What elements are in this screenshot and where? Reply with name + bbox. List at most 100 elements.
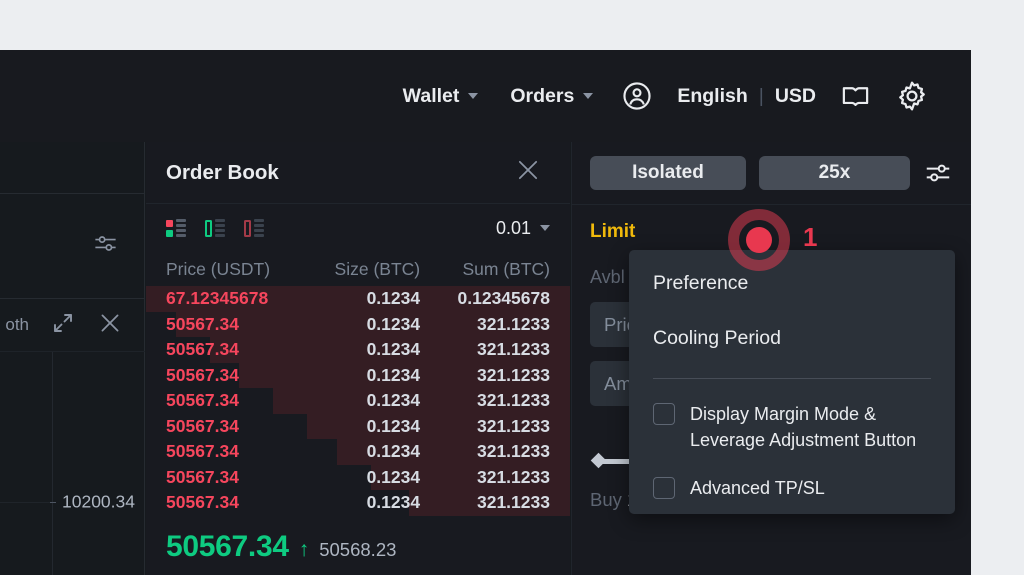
checkbox-box[interactable]	[653, 403, 675, 425]
checkbox-advanced-tpsl[interactable]: Advanced TP/SL	[653, 475, 931, 501]
chevron-down-icon	[540, 225, 550, 231]
table-row[interactable]: 50567.340.1234321.1233	[146, 363, 570, 389]
nav-wallet-label: Wallet	[403, 85, 460, 108]
cell-size: 0.1234	[307, 390, 420, 411]
tick-size-selector[interactable]: 0.01	[496, 218, 550, 239]
checkbox-label: Advanced TP/SL	[690, 475, 825, 501]
page-title: Order Book	[166, 161, 279, 185]
orderbook-sell-icon[interactable]	[244, 219, 264, 237]
cell-size: 0.1234	[307, 365, 420, 386]
orderbook-view-toggles	[166, 219, 264, 237]
chevron-down-icon	[468, 93, 478, 99]
cell-size: 0.1234	[307, 314, 420, 335]
cell-sum: 0.12345678	[420, 288, 550, 309]
margin-mode-button[interactable]: Isolated	[590, 156, 746, 190]
last-price: 50567.34	[166, 530, 289, 564]
table-row[interactable]: 50567.340.1234321.1233	[146, 414, 570, 440]
orderbook-buy-icon[interactable]	[205, 219, 225, 237]
table-row[interactable]: 67.123456780.12340.12345678	[146, 286, 570, 312]
nav-orders-label: Orders	[510, 85, 574, 108]
left-chart-column: oth 10200.34	[0, 142, 145, 575]
last-price-row: 50567.34 ↑ 50568.23	[146, 516, 570, 564]
cell-price: 50567.34	[166, 467, 307, 488]
book-icon[interactable]	[828, 81, 883, 112]
checkbox-label: Display Margin Mode & Leverage Adjustmen…	[690, 401, 931, 453]
app-header: Wallet Orders English | USD	[0, 50, 971, 142]
orderbook-both-icon[interactable]	[166, 219, 186, 237]
chart-axis-line	[52, 352, 53, 575]
table-row[interactable]: 50567.340.1234321.1233	[146, 439, 570, 465]
table-row[interactable]: 50567.340.1234321.1233	[146, 490, 570, 516]
index-price: 50568.23	[319, 539, 396, 561]
expand-icon[interactable]	[51, 311, 75, 340]
cell-price: 50567.34	[166, 339, 307, 360]
slider-step-0[interactable]	[591, 453, 607, 469]
language-label: English	[677, 85, 747, 108]
sliders-icon[interactable]	[923, 158, 953, 188]
left-panel-toolbar: oth	[0, 299, 145, 352]
menu-item-preference[interactable]: Preference	[653, 272, 931, 295]
cell-sum: 321.1233	[420, 390, 550, 411]
checkbox-box[interactable]	[653, 477, 675, 499]
left-panel-row-1	[0, 142, 145, 194]
close-icon[interactable]	[514, 156, 542, 189]
gear-icon[interactable]	[883, 79, 941, 113]
cell-size: 0.1234	[307, 441, 420, 462]
table-row[interactable]: 50567.340.1234321.1233	[146, 388, 570, 414]
cell-price: 50567.34	[166, 390, 307, 411]
axis-tick	[50, 502, 56, 503]
user-circle-icon[interactable]	[609, 80, 665, 112]
screenshot-root: Wallet Orders English | USD	[0, 0, 1024, 575]
left-panel-row-2	[0, 194, 145, 299]
cell-price: 50567.34	[166, 441, 307, 462]
order-type-tabs: Limit	[590, 221, 953, 243]
checkbox-display-margin-mode[interactable]: Display Margin Mode & Leverage Adjustmen…	[653, 401, 931, 453]
cell-price: 67.12345678	[166, 288, 307, 309]
currency-label: USD	[775, 85, 816, 108]
column-header-size: Size (BTC)	[307, 259, 420, 280]
table-row[interactable]: 50567.340.1234321.1233	[146, 312, 570, 338]
column-header-sum: Sum (BTC)	[420, 259, 550, 280]
cell-price: 50567.34	[166, 365, 307, 386]
order-book-toolbar: 0.01	[146, 204, 570, 252]
cell-sum: 321.1233	[420, 339, 550, 360]
cell-size: 0.1234	[307, 492, 420, 513]
buy-label: Buy	[590, 489, 622, 510]
menu-item-cooling-period[interactable]: Cooling Period	[653, 327, 931, 350]
sliders-icon[interactable]	[92, 230, 119, 262]
cell-price: 50567.34	[166, 416, 307, 437]
nav-wallet[interactable]: Wallet	[387, 85, 495, 108]
table-row[interactable]: 50567.340.1234321.1233	[146, 337, 570, 363]
order-book-column-headers: Price (USDT) Size (BTC) Sum (BTC)	[146, 252, 570, 286]
cell-size: 0.1234	[307, 416, 420, 437]
menu-divider	[653, 378, 931, 379]
cell-price: 50567.34	[166, 314, 307, 335]
order-book-ask-rows: 67.123456780.12340.1234567850567.340.123…	[146, 286, 570, 516]
cell-price: 50567.34	[166, 492, 307, 513]
tab-limit[interactable]: Limit	[590, 221, 635, 243]
nav-orders[interactable]: Orders	[494, 85, 609, 108]
table-row[interactable]: 50567.340.1234321.1233	[146, 465, 570, 491]
language-currency-selector[interactable]: English | USD	[665, 85, 828, 108]
cell-size: 0.1234	[307, 467, 420, 488]
cell-sum: 321.1233	[420, 441, 550, 462]
order-book-header: Order Book	[146, 142, 570, 204]
separator: |	[759, 85, 764, 108]
order-book-panel: Order Book	[146, 142, 570, 575]
tick-size-value: 0.01	[496, 218, 531, 239]
chevron-down-icon	[583, 93, 593, 99]
cell-size: 0.1234	[307, 339, 420, 360]
cell-sum: 321.1233	[420, 467, 550, 488]
axis-label-1: 10200.34	[62, 492, 135, 513]
trend-arrow-icon: ↑	[299, 538, 310, 562]
leverage-button[interactable]: 25x	[759, 156, 910, 190]
cell-sum: 321.1233	[420, 365, 550, 386]
column-header-price: Price (USDT)	[166, 259, 307, 280]
panel-label-partial: oth	[5, 315, 29, 335]
cell-sum: 321.1233	[420, 416, 550, 437]
trade-panel-toolbar: Isolated 25x	[572, 142, 971, 205]
preference-dropdown-menu: Preference Cooling Period Display Margin…	[629, 250, 955, 514]
price-axis-chart: 10200.34 10200.34	[0, 352, 145, 575]
cell-sum: 321.1233	[420, 492, 550, 513]
close-icon[interactable]	[97, 310, 123, 341]
